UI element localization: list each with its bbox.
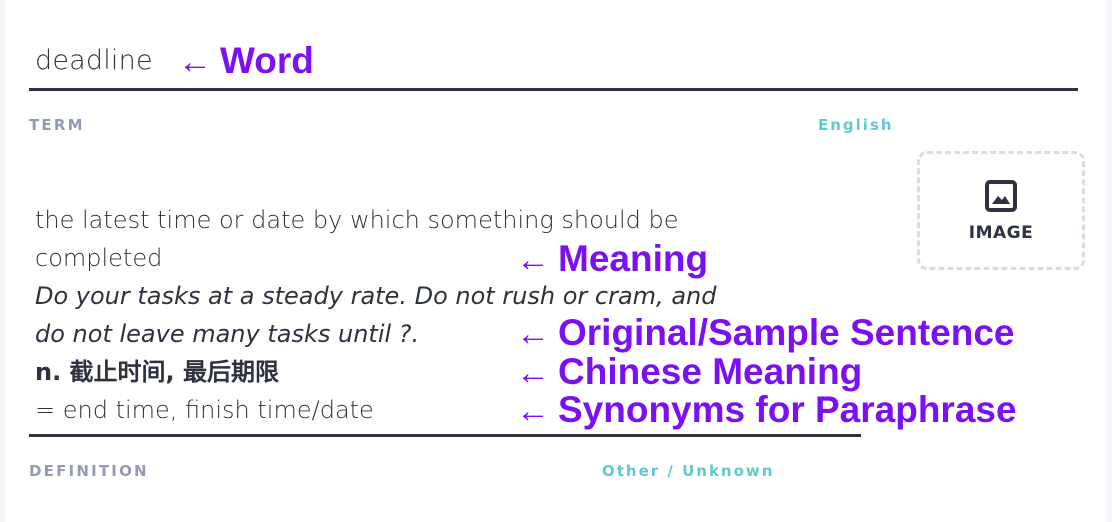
annotation-chinese-label: Chinese Meaning xyxy=(558,351,863,392)
arrow-left-icon: ← xyxy=(516,392,550,430)
definition-underline xyxy=(29,434,861,437)
annotation-word-label: Word xyxy=(220,40,314,81)
term-underline xyxy=(29,88,1078,91)
arrow-left-icon: ← xyxy=(516,241,550,279)
annotation-meaning-label: Meaning xyxy=(558,238,709,279)
definition-meaning-line: the latest time or date by which somethi… xyxy=(35,206,679,234)
arrow-left-icon: ← xyxy=(516,315,550,353)
sample-sentence-line: Do your tasks at a steady rate. Do not r… xyxy=(35,282,717,310)
image-icon xyxy=(985,179,1017,212)
annotation-synonyms: ← Synonyms for Paraphrase xyxy=(516,391,1017,428)
annotation-word: ← Word xyxy=(178,42,314,79)
arrow-left-icon: ← xyxy=(516,354,550,392)
annotation-synonyms-label: Synonyms for Paraphrase xyxy=(558,389,1017,430)
term-language-selector[interactable]: English xyxy=(818,116,894,134)
definition-language-selector[interactable]: Other / Unknown xyxy=(602,462,774,480)
annotation-sample-label: Original/Sample Sentence xyxy=(558,312,1015,353)
definition-meaning-line: completed xyxy=(35,244,163,272)
annotation-sample: ← Original/Sample Sentence xyxy=(516,314,1014,351)
annotation-chinese: ← Chinese Meaning xyxy=(516,353,862,390)
arrow-left-icon: ← xyxy=(178,43,212,81)
definition-label: DEFINITION xyxy=(29,462,149,480)
term-input[interactable]: deadline xyxy=(35,45,153,76)
flashcard-editor: deadline ← Word TERM English IMAGE the la… xyxy=(6,0,1106,522)
add-image-button[interactable]: IMAGE xyxy=(917,151,1085,270)
image-button-label: IMAGE xyxy=(968,222,1034,243)
annotation-meaning: ← Meaning xyxy=(516,240,708,277)
term-label: TERM xyxy=(29,116,85,134)
